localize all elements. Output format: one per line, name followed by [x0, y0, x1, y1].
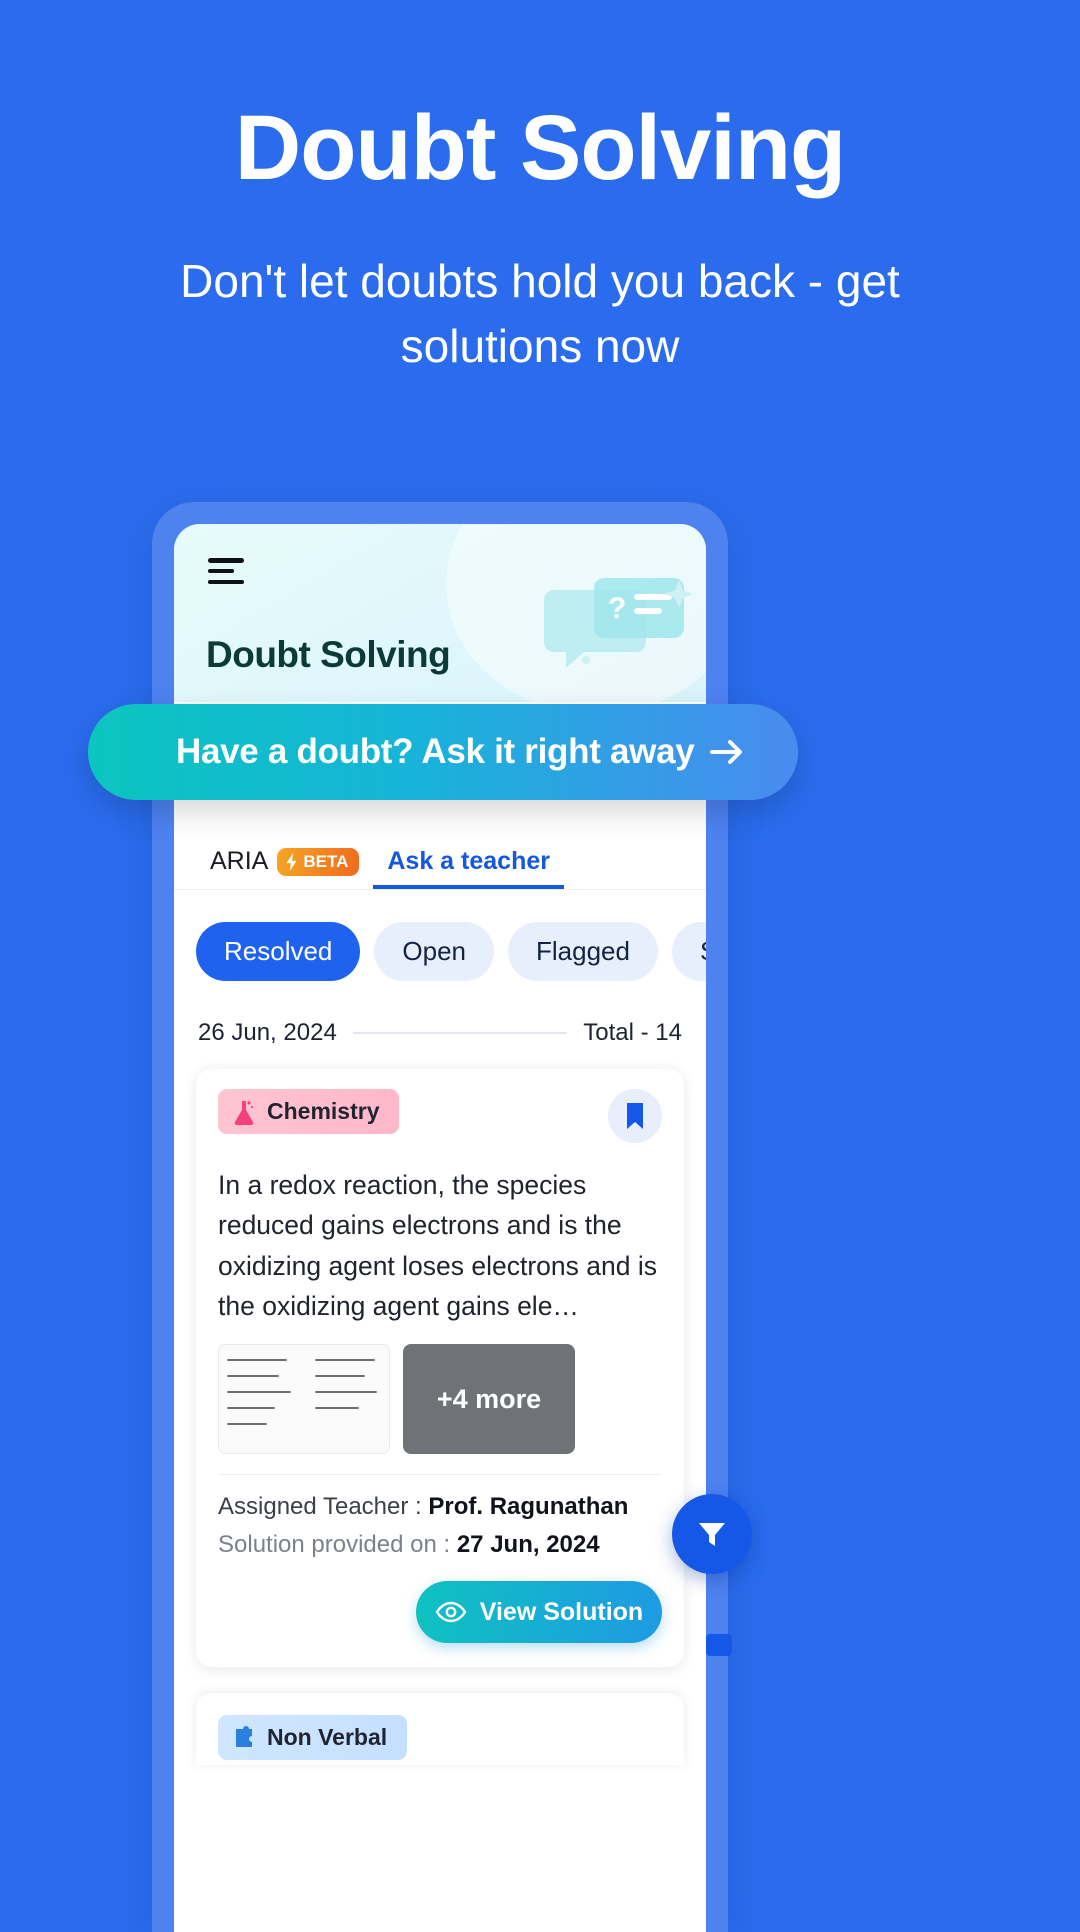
- scroll-nub: [706, 1634, 732, 1656]
- bookmark-icon: [627, 1103, 643, 1129]
- beta-badge-label: BETA: [303, 851, 349, 871]
- attachment-more-label: +4 more: [436, 1383, 542, 1414]
- promo-title: Doubt Solving: [234, 97, 846, 199]
- solution-date-row: Solution provided on : 27 Jun, 2024: [218, 1531, 662, 1559]
- doubt-card[interactable]: Chemistry In a redox reaction, the speci…: [196, 1069, 684, 1668]
- app-header-title: Doubt Solving: [206, 634, 451, 675]
- subject-badge-non-verbal: Non Verbal: [218, 1715, 408, 1761]
- promo-subtitle: Don't let doubts hold you back - get sol…: [180, 254, 900, 372]
- lightning-bolt-icon: [286, 852, 297, 871]
- filter-funnel-icon: [699, 1523, 725, 1546]
- beta-badge: BETA: [277, 847, 360, 876]
- filter-chip-flagged[interactable]: Flagged: [508, 922, 658, 981]
- filter-chip-row: Resolved Open Flagged Saved: [174, 890, 706, 981]
- svg-text:?: ?: [608, 592, 626, 625]
- doubt-card-header: Chemistry: [218, 1089, 662, 1143]
- attachment-thumbnail[interactable]: [218, 1344, 390, 1455]
- promo-block: Doubt Solving Don't let doubts hold you …: [0, 0, 1080, 379]
- list-date: 26 Jun, 2024: [198, 1019, 337, 1046]
- bookmark-button[interactable]: [608, 1089, 662, 1143]
- list-total: Total - 14: [583, 1019, 682, 1046]
- eye-icon: [435, 1601, 467, 1623]
- filter-chip-saved[interactable]: Saved: [671, 922, 706, 981]
- ask-doubt-cta-label: Have a doubt? Ask it right away: [176, 732, 695, 771]
- filter-chip-resolved[interactable]: Resolved: [196, 922, 361, 981]
- filter-fab-button[interactable]: [672, 1494, 752, 1574]
- view-solution-button[interactable]: View Solution: [416, 1581, 662, 1644]
- puzzle-icon: [236, 1725, 252, 1747]
- hamburger-icon[interactable]: [208, 558, 244, 584]
- doubt-card-secondary[interactable]: Non Verbal: [196, 1693, 684, 1766]
- question-chat-bubble-icon: ?: [544, 578, 692, 668]
- ask-doubt-cta-button[interactable]: Have a doubt? Ask it right away: [88, 704, 798, 800]
- solution-date-label: Solution provided on :: [218, 1531, 457, 1559]
- card-divider: [218, 1474, 662, 1476]
- doubt-question-text: In a redox reaction, the species reduced…: [218, 1170, 657, 1321]
- subject-label: Chemistry: [267, 1098, 380, 1124]
- subject-label: Non Verbal: [267, 1724, 388, 1751]
- view-solution-label: View Solution: [479, 1597, 644, 1626]
- subject-badge-chemistry: Chemistry: [218, 1089, 400, 1134]
- assigned-teacher-row: Assigned Teacher : Prof. Ragunathan: [218, 1493, 662, 1521]
- attachment-more-button[interactable]: +4 more: [403, 1344, 575, 1455]
- tab-aria-label: ARIA: [210, 847, 269, 875]
- solution-date-value: 27 Jun, 2024: [456, 1531, 600, 1559]
- assigned-teacher-value: Prof. Ragunathan: [428, 1493, 629, 1521]
- scroll-nubs: [706, 1626, 732, 1656]
- flask-icon: [234, 1100, 254, 1125]
- tab-ask-a-teacher-label: Ask a teacher: [387, 847, 550, 875]
- tab-bar: ARIA BETA Ask a teacher: [174, 818, 706, 890]
- tab-aria[interactable]: ARIA BETA: [196, 847, 373, 889]
- filter-chip-open[interactable]: Open: [374, 922, 495, 981]
- app-header: ? Doubt Solving: [174, 524, 706, 702]
- attachment-thumbnails: +4 more: [218, 1344, 662, 1455]
- list-header: 26 Jun, 2024 Total - 14: [174, 981, 706, 1047]
- assigned-teacher-label: Assigned Teacher :: [218, 1493, 429, 1521]
- tab-ask-a-teacher[interactable]: Ask a teacher: [373, 847, 564, 889]
- divider-line: [352, 1032, 568, 1034]
- arrow-right-icon: [710, 740, 742, 764]
